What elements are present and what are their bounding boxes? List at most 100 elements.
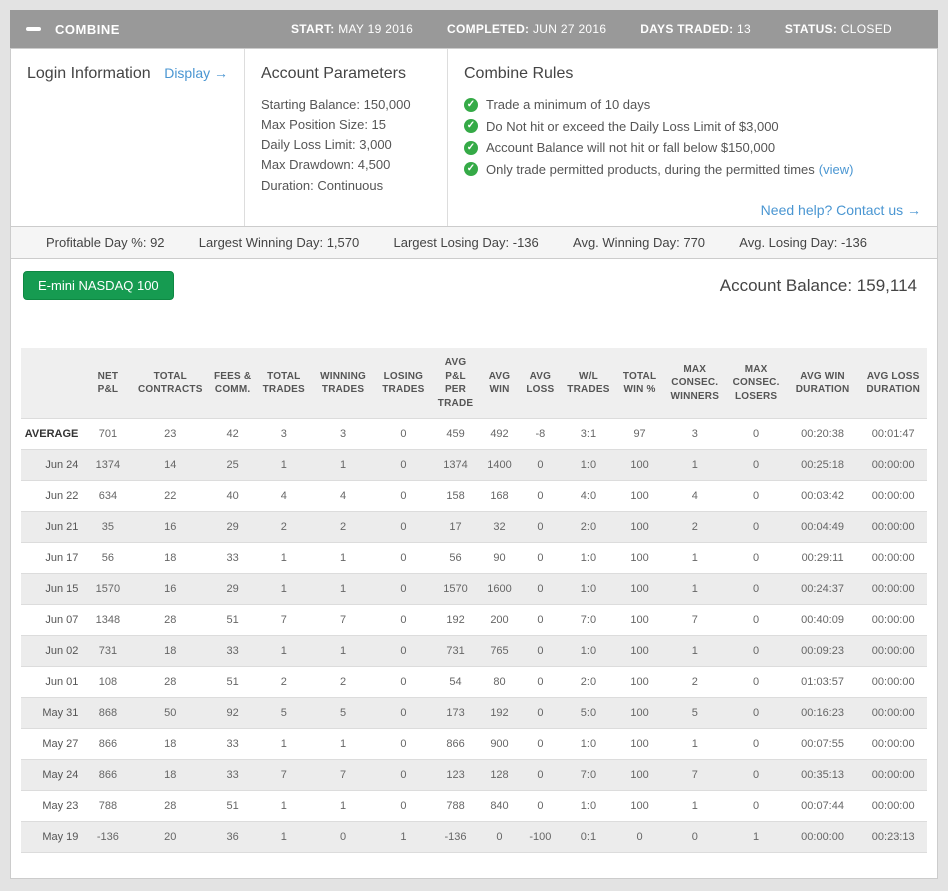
table-cell: 80 [479, 666, 520, 698]
table-cell: 14 [131, 449, 210, 481]
table-cell: -136 [432, 821, 480, 853]
column-header: MAX CONSEC. WINNERS [670, 363, 720, 402]
table-cell: 1 [663, 542, 727, 574]
table-cell: 32 [479, 511, 520, 543]
table-cell: 900 [479, 728, 520, 760]
table-cell: 765 [479, 635, 520, 667]
table-cell: 50 [131, 697, 210, 729]
column-header: AVG WIN DURATION [795, 370, 850, 396]
table-cell: 1:0 [560, 635, 617, 667]
days-traded-field: DAYS TRADED: 13 [640, 22, 751, 36]
table-cell: 731 [432, 635, 480, 667]
stat-value: 770 [683, 235, 706, 250]
table-cell: 00:29:11 [785, 542, 860, 574]
column-header: TOTAL WIN % [622, 370, 657, 396]
contact-us-link[interactable]: Need help? Contact us → [761, 202, 921, 218]
table-cell: 1:0 [560, 728, 617, 760]
rule-text: Account Balance will not hit or fall bel… [486, 140, 776, 155]
table-cell: 100 [616, 480, 664, 512]
table-cell: 0 [374, 511, 433, 543]
rule-text: Trade a minimum of 10 days [486, 97, 651, 112]
collapse-icon[interactable] [26, 27, 41, 31]
table-cell: 00:09:23 [785, 635, 860, 667]
table-cell: 866 [84, 759, 132, 791]
table-cell: 1570 [432, 573, 480, 605]
table-cell: 51 [209, 790, 257, 822]
table-cell: 1600 [479, 573, 520, 605]
column-header: FEES & COMM. [213, 370, 252, 396]
table-row: Jun 01 108 28 51 2 2 0 54 80 0 2:0 100 2 0 01:03:57 00:… [21, 666, 927, 698]
table-cell: 2:0 [560, 511, 617, 543]
table-cell: 1 [256, 821, 312, 853]
table-cell: 0 [726, 666, 786, 698]
table-cell: 0 [311, 821, 375, 853]
start-date-field: START: MAY 19 2016 [291, 22, 413, 36]
table-cell: 868 [84, 697, 132, 729]
table-cell: 168 [479, 480, 520, 512]
rule-item: ✓ Do Not hit or exceed the Daily Loss Lim… [464, 117, 921, 137]
main-section: E-mini NASDAQ 100 Account Balance: 159,1… [10, 259, 938, 879]
row-label: Jun 02 [21, 635, 85, 667]
display-link[interactable]: Display → [164, 65, 228, 81]
combine-dashboard: COMBINE START: MAY 19 2016 COMPLETED: JU… [0, 0, 948, 891]
table-cell: 2 [663, 511, 727, 543]
rule-text: Do Not hit or exceed the Daily Loss Limi… [486, 118, 779, 134]
table-cell: 0 [726, 759, 786, 791]
account-balance-label: Account Balance: [719, 275, 853, 295]
table-cell: 2 [311, 511, 375, 543]
row-label: Jun 22 [21, 480, 85, 512]
column-header: W/L TRADES [567, 370, 610, 396]
row-label: Jun 07 [21, 604, 85, 636]
table-cell: 2 [256, 666, 312, 698]
table-cell: 0 [374, 449, 433, 481]
table-cell: 42 [209, 418, 257, 450]
header-fields: START: MAY 19 2016 COMPLETED: JUN 27 201… [291, 22, 922, 36]
table-cell: 0 [519, 480, 561, 512]
table-cell: 459 [432, 418, 480, 450]
stat-value: -136 [512, 235, 539, 250]
column-header: NET P&L [97, 370, 119, 396]
table-cell: 4 [256, 480, 312, 512]
rule-item: ✓ Only trade permitted products, during t… [464, 160, 921, 180]
table-cell: 00:00:00 [859, 790, 927, 822]
product-tab-button[interactable]: E-mini NASDAQ 100 [23, 271, 174, 300]
table-cell: 18 [131, 635, 210, 667]
stat-label: Avg. Winning Day: [573, 235, 680, 250]
table-cell: 192 [479, 697, 520, 729]
table-cell: 00:25:18 [785, 449, 860, 481]
table-cell: 0 [726, 511, 786, 543]
table-cell: 35 [84, 511, 132, 543]
table-cell: 701 [84, 418, 132, 450]
completed-date-field: COMPLETED: JUN 27 2016 [447, 22, 606, 36]
table-cell: 866 [84, 728, 132, 760]
column-header: AVG WIN [488, 370, 511, 396]
table-cell: 23 [131, 418, 210, 450]
table-cell: 0 [726, 697, 786, 729]
table-cell: 00:20:38 [785, 418, 860, 450]
table-cell: 100 [616, 449, 664, 481]
table-cell: 173 [432, 697, 480, 729]
completed-date-value: JUN 27 2016 [533, 22, 607, 36]
table-row: May 19 -136 20 36 1 0 1 -136 0 -100 0:1 0 0 1 00:00:00… [21, 821, 927, 853]
account-parameters-list: Starting Balance: 150,000 Max Position S… [261, 95, 431, 196]
table-cell: 7 [311, 604, 375, 636]
avg-winning-day-stat: Avg. Winning Day: 770 [573, 235, 705, 250]
table-cell: 0 [726, 449, 786, 481]
table-cell: 00:00:00 [859, 604, 927, 636]
table-header: NET P&L TOTAL CONTRACTS FEES & COMM. TOTAL … [21, 348, 927, 419]
info-panel: Login Information Display → Account Para… [10, 48, 938, 226]
table-cell: 0 [726, 790, 786, 822]
table-row: Jun 15 1570 16 29 1 1 0 1570 1600 0 1:0 100 1 0 00:24:… [21, 573, 927, 605]
daily-stats-table: NET P&L TOTAL CONTRACTS FEES & COMM. TOTAL … [21, 348, 927, 853]
table-cell: 29 [209, 573, 257, 605]
table-cell: 33 [209, 635, 257, 667]
table-cell: 0 [374, 418, 433, 450]
table-row: May 31 868 50 92 5 5 0 173 192 0 5:0 100 5 0 00:16:23 0… [21, 697, 927, 729]
view-link[interactable]: (view) [819, 160, 854, 180]
row-label: Jun 21 [21, 511, 85, 543]
table-cell: 158 [432, 480, 480, 512]
table-cell: 97 [616, 418, 664, 450]
largest-winning-day-stat: Largest Winning Day: 1,570 [199, 235, 359, 250]
row-label: May 31 [21, 697, 85, 729]
table-cell: 28 [131, 604, 210, 636]
